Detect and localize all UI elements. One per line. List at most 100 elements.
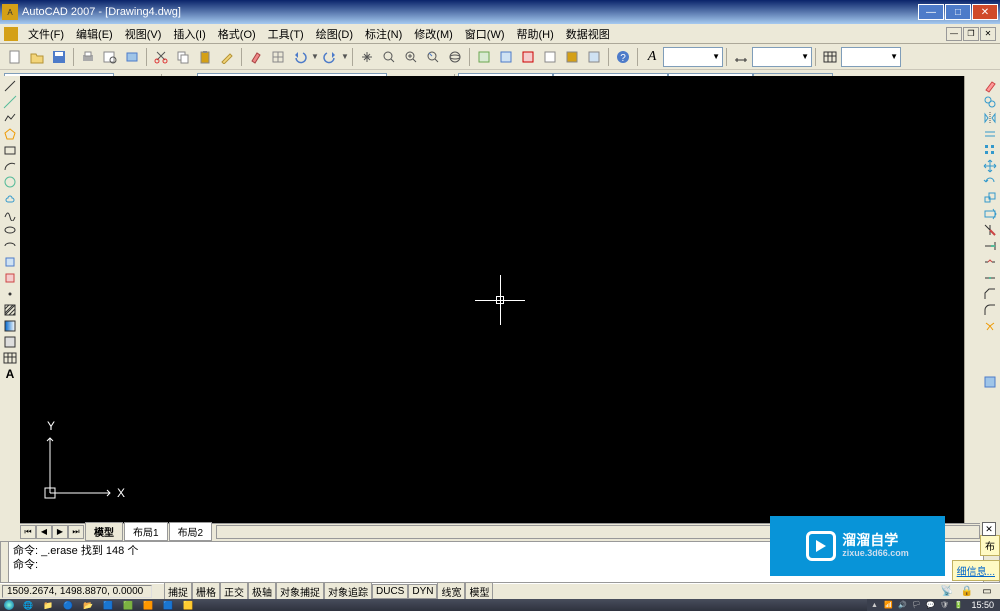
menu-window[interactable]: 窗口(W)	[459, 24, 511, 44]
tool-palette-icon[interactable]	[981, 374, 999, 390]
menu-file[interactable]: 文件(F)	[22, 24, 70, 44]
tray-up-icon[interactable]: ▲	[867, 600, 881, 610]
menu-view[interactable]: 视图(V)	[119, 24, 168, 44]
tray-vol-icon[interactable]: 🔊	[895, 600, 909, 610]
coordinates-display[interactable]: 1509.2674, 1498.8870, 0.0000	[2, 585, 152, 598]
trim-icon[interactable]	[981, 222, 999, 238]
matchprop-icon[interactable]	[217, 47, 237, 67]
designcenter-icon[interactable]	[584, 47, 604, 67]
calc-icon[interactable]	[540, 47, 560, 67]
tab-next-button[interactable]: ▶	[52, 525, 68, 539]
publish-icon[interactable]	[122, 47, 142, 67]
overlay-close-button[interactable]: ✕	[982, 522, 996, 536]
sheetset-icon[interactable]	[474, 47, 494, 67]
fillet-icon[interactable]	[981, 302, 999, 318]
vertical-scrollbar[interactable]	[964, 76, 980, 523]
menu-insert[interactable]: 插入(I)	[167, 24, 211, 44]
array-icon[interactable]	[981, 142, 999, 158]
tab-prev-button[interactable]: ◀	[36, 525, 52, 539]
ellipse-arc-icon[interactable]	[1, 238, 19, 254]
zoom-window-icon[interactable]	[401, 47, 421, 67]
brush-icon[interactable]	[246, 47, 266, 67]
start-button[interactable]	[0, 599, 18, 611]
menu-help[interactable]: 帮助(H)	[511, 24, 560, 44]
save-icon[interactable]	[49, 47, 69, 67]
redo-dropdown[interactable]: ▼	[341, 52, 349, 61]
rotate-icon[interactable]	[981, 174, 999, 190]
table-icon[interactable]	[1, 350, 19, 366]
menu-tools[interactable]: 工具(T)	[262, 24, 310, 44]
explode-icon[interactable]	[981, 318, 999, 334]
tray-net-icon[interactable]: 📶	[881, 600, 895, 610]
zoom-realtime-icon[interactable]	[379, 47, 399, 67]
ducs-toggle[interactable]: DUCS	[372, 584, 408, 599]
menu-format[interactable]: 格式(O)	[212, 24, 262, 44]
dyn-toggle[interactable]: DYN	[408, 584, 437, 599]
arc-icon[interactable]	[1, 158, 19, 174]
menu-edit[interactable]: 编辑(E)	[70, 24, 119, 44]
dimstyle-dropdown[interactable]: ▼	[752, 47, 812, 67]
tray-batt-icon[interactable]: 🔋	[951, 600, 965, 610]
help-icon[interactable]: ?	[613, 47, 633, 67]
task-autocad-icon[interactable]: 🟧	[138, 599, 158, 611]
gradient-icon[interactable]	[1, 318, 19, 334]
task-folder-icon[interactable]: 📂	[78, 599, 98, 611]
menu-dimension[interactable]: 标注(N)	[359, 24, 408, 44]
spline-icon[interactable]	[1, 206, 19, 222]
doc-minimize-button[interactable]: —	[946, 27, 962, 41]
task-app3-icon[interactable]: 🟨	[178, 599, 198, 611]
task-explorer-icon[interactable]: 📁	[38, 599, 58, 611]
mtext-icon[interactable]: A	[1, 366, 19, 382]
task-app1-icon[interactable]: 🟦	[98, 599, 118, 611]
minimize-button[interactable]: —	[918, 4, 944, 20]
menu-draw[interactable]: 绘图(D)	[310, 24, 359, 44]
make-block-icon[interactable]	[1, 270, 19, 286]
tray-flag-icon[interactable]: 🏳	[909, 600, 923, 610]
ellipse-icon[interactable]	[1, 222, 19, 238]
doc-restore-button[interactable]: ❐	[963, 27, 979, 41]
undo-dropdown[interactable]: ▼	[311, 52, 319, 61]
task-ie-icon[interactable]: 🌐	[18, 599, 38, 611]
tray-lock-icon[interactable]: 🔒	[958, 584, 976, 600]
tab-first-button[interactable]: ⏮	[20, 525, 36, 539]
circle-icon[interactable]	[1, 174, 19, 190]
move-icon[interactable]	[981, 158, 999, 174]
hatch-icon[interactable]	[1, 302, 19, 318]
join-icon[interactable]	[981, 270, 999, 286]
extend-icon[interactable]	[981, 238, 999, 254]
toolpalettes-icon[interactable]	[496, 47, 516, 67]
open-icon[interactable]	[27, 47, 47, 67]
paste-icon[interactable]	[195, 47, 215, 67]
offset-icon[interactable]	[981, 126, 999, 142]
line-icon[interactable]	[1, 78, 19, 94]
tab-last-button[interactable]: ⏭	[68, 525, 84, 539]
tablestyle-dropdown[interactable]: ▼	[841, 47, 901, 67]
close-button[interactable]: ✕	[972, 4, 998, 20]
undo-icon[interactable]	[290, 47, 310, 67]
tray-tools-icon[interactable]: ▭	[978, 584, 996, 600]
task-word-icon[interactable]: 🟦	[158, 599, 178, 611]
copy-icon[interactable]	[173, 47, 193, 67]
tray-msg-icon[interactable]: 💬	[923, 600, 937, 610]
scale-icon[interactable]	[981, 190, 999, 206]
erase-icon[interactable]	[981, 78, 999, 94]
properties-icon[interactable]	[562, 47, 582, 67]
zoom-previous-icon[interactable]	[423, 47, 443, 67]
cut-icon[interactable]	[151, 47, 171, 67]
polyline-icon[interactable]	[1, 110, 19, 126]
block-editor-icon[interactable]	[268, 47, 288, 67]
polygon-icon[interactable]	[1, 126, 19, 142]
task-app2-icon[interactable]: 🟩	[118, 599, 138, 611]
menu-modify[interactable]: 修改(M)	[408, 24, 459, 44]
rectangle-icon[interactable]	[1, 142, 19, 158]
mirror-icon[interactable]	[981, 110, 999, 126]
task-browser-icon[interactable]: 🔵	[58, 599, 78, 611]
point-icon[interactable]	[1, 286, 19, 302]
maximize-button[interactable]: □	[945, 4, 971, 20]
preview-icon[interactable]	[100, 47, 120, 67]
markup-icon[interactable]	[518, 47, 538, 67]
chamfer-icon[interactable]	[981, 286, 999, 302]
region-icon[interactable]	[1, 334, 19, 350]
print-icon[interactable]	[78, 47, 98, 67]
command-handle[interactable]	[1, 542, 9, 582]
